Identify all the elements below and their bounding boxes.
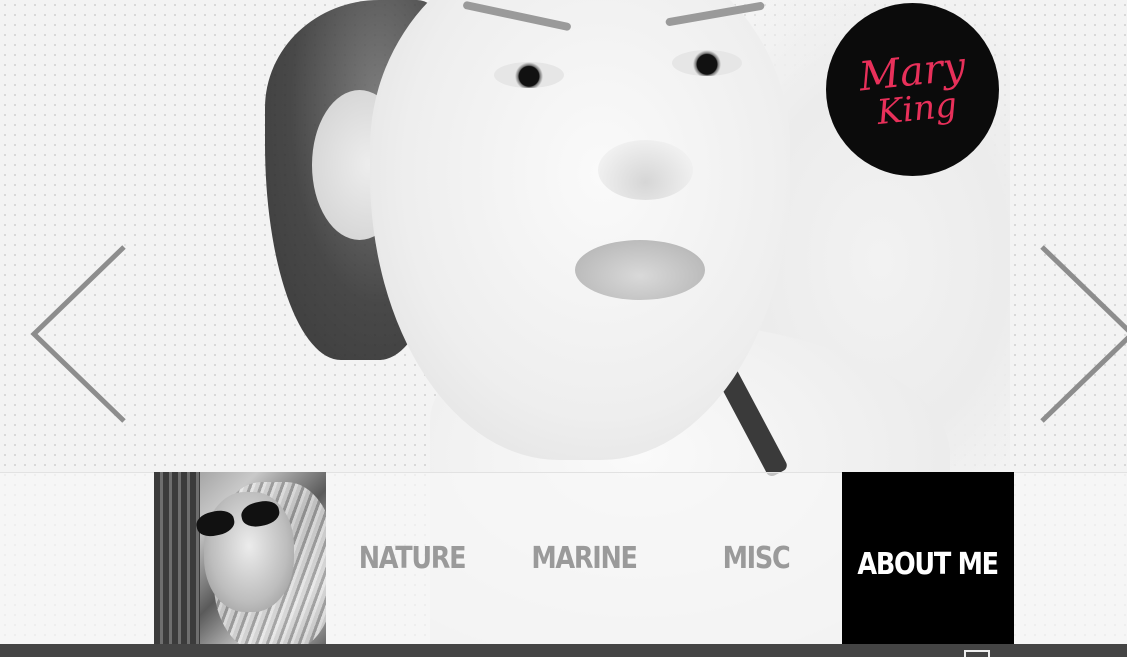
portrait-eye-left bbox=[494, 62, 564, 88]
thumbnail-building bbox=[154, 472, 200, 644]
mary-king-logo[interactable]: Mary King bbox=[826, 3, 999, 176]
nav-item-misc[interactable]: MISC bbox=[683, 472, 829, 644]
portrait-nose bbox=[598, 140, 693, 200]
next-slide-button[interactable] bbox=[1038, 245, 1127, 423]
logo-line-2: King bbox=[874, 84, 959, 133]
footer-bar bbox=[0, 644, 1127, 657]
nav-item-nature[interactable]: NATURE bbox=[339, 472, 485, 644]
nav-item-marine[interactable]: MARINE bbox=[511, 472, 657, 644]
fullscreen-icon[interactable] bbox=[964, 650, 990, 657]
chevron-right-icon bbox=[1040, 245, 1127, 423]
nav-thumbnail[interactable] bbox=[154, 472, 326, 644]
portrait-lips bbox=[575, 240, 705, 300]
chevron-left-icon bbox=[30, 245, 126, 423]
nav-item-about-me[interactable]: ABOUT ME bbox=[842, 472, 1014, 657]
nav-item-about-me-label: ABOUT ME bbox=[857, 547, 1000, 582]
prev-slide-button[interactable] bbox=[28, 245, 128, 423]
portrait-eye-right bbox=[672, 50, 742, 76]
